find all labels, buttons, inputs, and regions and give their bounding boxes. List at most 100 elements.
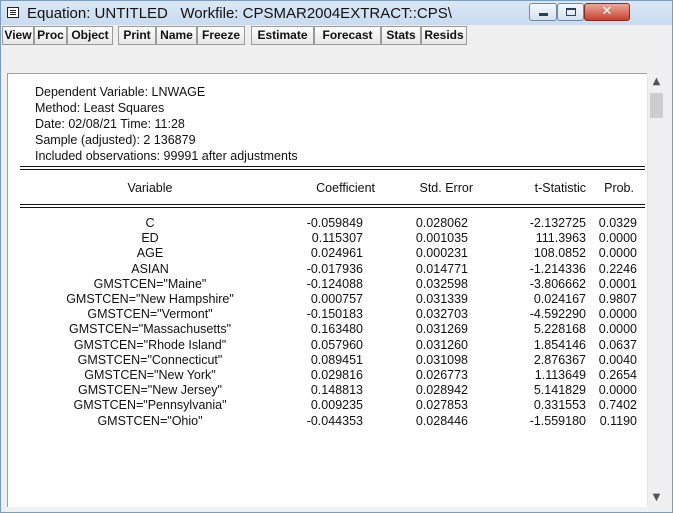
cell-variable: C — [145, 216, 155, 230]
cell-t-statistic: 5.228168 — [533, 322, 586, 337]
cell-coefficient: 0.148813 — [310, 383, 363, 398]
estimation-output[interactable]: Dependent Variable: LNWAGE Method: Least… — [7, 73, 648, 507]
column-header-prob: Prob. — [604, 181, 634, 195]
sample-line: Sample (adjusted): 2 136879 — [35, 133, 196, 147]
cell-prob: 0.2654 — [598, 368, 637, 382]
table-row: GMSTCEN="New Hampshire" 0.000757 0.031339 0… — [8, 292, 648, 307]
cell-std-error: 0.028062 — [415, 216, 468, 230]
cell-variable: GMSTCEN="New Hampshire" — [66, 292, 234, 306]
cell-prob: 0.0329 — [598, 216, 637, 230]
cell-coefficient: 0.009235 — [310, 398, 363, 413]
cell-variable: GMSTCEN="Rhode Island" — [73, 337, 227, 352]
cell-coefficient: -0.150183 — [306, 307, 363, 322]
cell-variable: AGE — [136, 246, 164, 261]
cell-t-statistic: 108.0852 — [533, 246, 586, 261]
date-line: Date: 02/08/21 Time: 11:28 — [35, 117, 185, 131]
cell-variable: GMSTCEN="Pennsylvania" — [73, 398, 227, 413]
cell-std-error: 0.028446 — [415, 413, 468, 428]
cell-prob: 0.0000 — [598, 231, 637, 246]
cell-t-statistic: 0.331553 — [533, 398, 586, 413]
equation-window: Equation: UNTITLED Workfile: CPSMAR2004E… — [0, 0, 673, 513]
freeze-button[interactable]: Freeze — [197, 26, 245, 45]
table-top-rule — [20, 166, 645, 167]
cell-t-statistic: -3.806662 — [529, 276, 586, 291]
vertical-scrollbar[interactable]: ▲ ▼ — [647, 73, 665, 506]
cell-t-statistic: -2.132725 — [529, 216, 586, 230]
column-header-coefficient: Coefficient — [316, 181, 375, 195]
cell-prob: 0.7402 — [598, 398, 637, 413]
proc-button[interactable]: Proc — [34, 26, 67, 45]
workfile-label: Workfile: CPSMAR2004EXTRACT::CPS\ — [180, 5, 452, 22]
cell-std-error: 0.027853 — [415, 398, 468, 413]
cell-coefficient: -0.059849 — [306, 216, 363, 230]
cell-std-error: 0.031098 — [415, 352, 468, 367]
cell-std-error: 0.028942 — [415, 383, 468, 398]
name-button[interactable]: Name — [156, 26, 197, 45]
cell-variable: GMSTCEN="Ohio" — [97, 413, 203, 428]
cell-coefficient: 0.029816 — [310, 368, 363, 382]
toolbar: View Proc Object Print Name Freeze Estim… — [1, 25, 672, 47]
resids-button[interactable]: Resids — [421, 26, 467, 45]
method-line: Method: Least Squares — [35, 101, 165, 115]
object-button[interactable]: Object — [67, 26, 113, 45]
cell-std-error: 0.001035 — [415, 231, 468, 246]
cell-prob: 0.9807 — [598, 292, 637, 306]
dependent-variable-line: Dependent Variable: LNWAGE — [35, 85, 206, 99]
column-header-variable: Variable — [127, 181, 173, 195]
cell-t-statistic: -1.214336 — [529, 261, 586, 276]
table-row: GMSTCEN="Ohio" -0.044353 0.028446 -1.559180… — [8, 414, 648, 429]
cell-coefficient: -0.124088 — [306, 276, 363, 291]
cell-prob: 0.2246 — [598, 261, 637, 276]
table-row: GMSTCEN="Connecticut" 0.089451 0.031098 2.8… — [8, 353, 648, 368]
cell-coefficient: 0.115307 — [311, 231, 363, 246]
table-row: GMSTCEN="Maine" -0.124088 0.032598 -3.80666… — [8, 277, 648, 292]
chevron-up-icon[interactable]: ▲ — [648, 73, 665, 90]
table-header-rule-2 — [20, 207, 645, 208]
maximize-button[interactable] — [557, 3, 584, 21]
table-header-rule — [20, 204, 645, 205]
cell-variable: GMSTCEN="New York" — [84, 368, 216, 382]
cell-coefficient: 0.057960 — [310, 337, 363, 352]
close-button[interactable]: ✕ — [584, 3, 630, 21]
cell-variable: ED — [141, 231, 159, 246]
included-observations-line: Included observations: 99991 after adjus… — [35, 149, 298, 163]
cell-std-error: 0.000231 — [415, 246, 468, 261]
cell-variable: GMSTCEN="Massachusetts" — [68, 322, 232, 337]
cell-coefficient: -0.044353 — [306, 413, 363, 428]
view-button[interactable]: View — [2, 26, 34, 45]
table-row: ED 0.115307 0.001035 111.3963 0.0000 — [8, 231, 648, 246]
cell-variable: GMSTCEN="Maine" — [93, 276, 207, 291]
cell-std-error: 0.031260 — [415, 337, 468, 352]
cell-t-statistic: 5.141829 — [533, 383, 586, 398]
cell-coefficient: -0.017936 — [306, 261, 363, 276]
cell-coefficient: 0.024961 — [310, 246, 363, 261]
equation-window-icon[interactable] — [7, 7, 19, 18]
table-row: C -0.059849 0.028062 -2.132725 0.0329 — [8, 216, 648, 231]
cell-variable: GMSTCEN="New Jersey" — [78, 383, 222, 398]
cell-t-statistic: -4.592290 — [529, 307, 586, 322]
cell-coefficient: 0.089451 — [310, 352, 363, 367]
title-bar[interactable]: Equation: UNTITLED Workfile: CPSMAR2004E… — [1, 1, 672, 25]
table-row: GMSTCEN="New Jersey" 0.148813 0.028942 5.14… — [8, 383, 648, 398]
scrollbar-thumb[interactable] — [650, 93, 663, 118]
minimize-button[interactable] — [529, 3, 557, 21]
cell-t-statistic: 0.024167 — [533, 292, 586, 306]
forecast-button[interactable]: Forecast — [314, 26, 381, 45]
table-row: GMSTCEN="Pennsylvania" 0.009235 0.027853 0.… — [8, 398, 648, 413]
cell-t-statistic: 111.3963 — [535, 231, 586, 246]
table-row: AGE 0.024961 0.000231 108.0852 0.0000 — [8, 246, 648, 261]
stats-button[interactable]: Stats — [381, 26, 421, 45]
cell-t-statistic: 1.113649 — [534, 368, 586, 382]
cell-prob: 0.0040 — [598, 352, 637, 367]
print-button[interactable]: Print — [118, 26, 156, 45]
window-title: Equation: UNTITLED Workfile: CPSMAR2004E… — [27, 5, 452, 22]
window-title-text: Equation: UNTITLED — [27, 5, 168, 22]
estimate-button[interactable]: Estimate — [251, 26, 314, 45]
table-row: GMSTCEN="Vermont" -0.150183 0.032703 -4.592… — [8, 307, 648, 322]
cell-t-statistic: 1.854146 — [533, 337, 586, 352]
minimize-icon — [539, 13, 548, 16]
cell-std-error: 0.031269 — [415, 322, 468, 337]
cell-prob: 0.0000 — [598, 307, 637, 322]
chevron-down-icon[interactable]: ▼ — [648, 489, 665, 506]
cell-std-error: 0.032703 — [415, 307, 468, 322]
